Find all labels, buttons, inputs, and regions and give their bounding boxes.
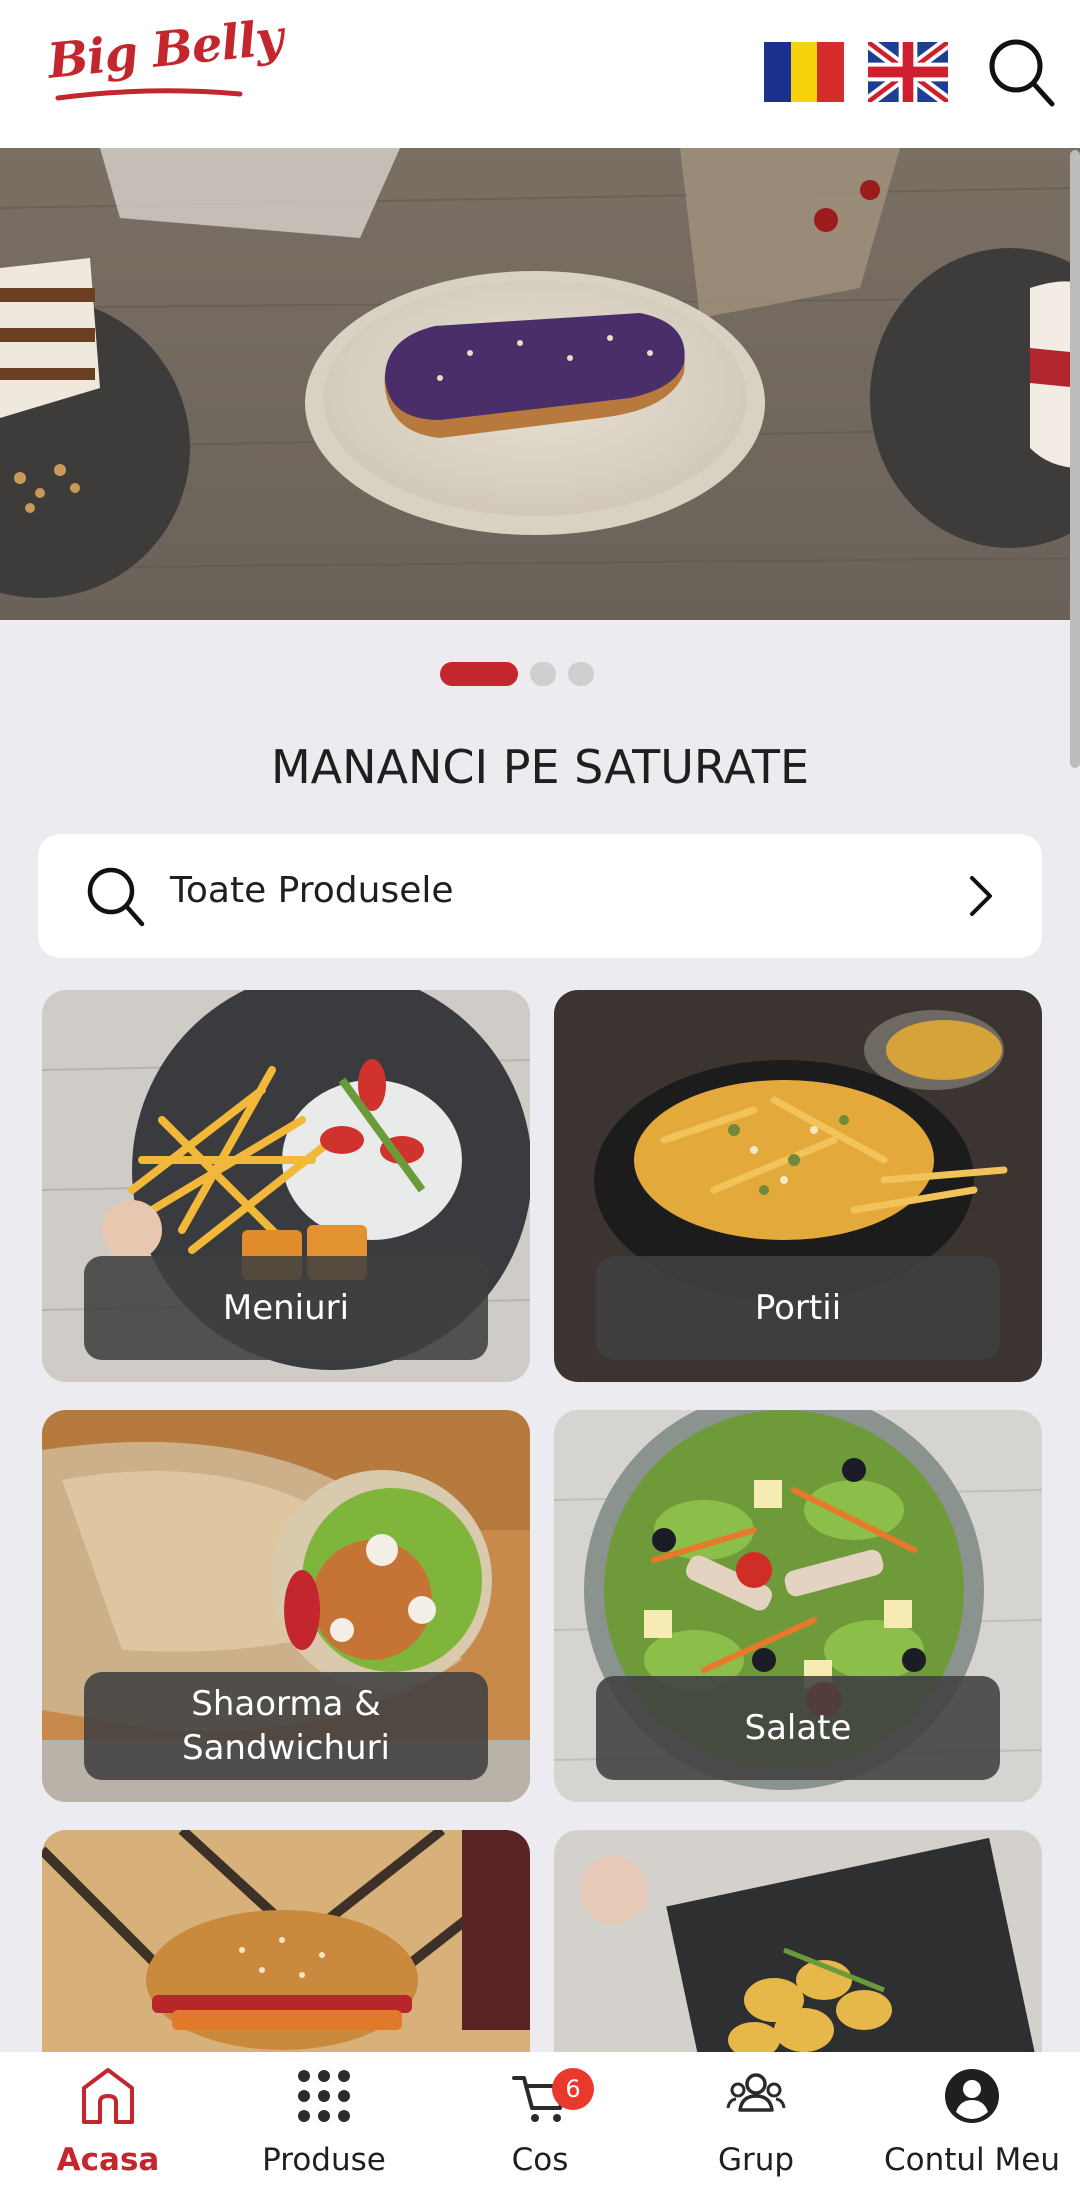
- category-tile-meniuri[interactable]: Meniuri: [42, 990, 530, 1382]
- category-label: Meniuri: [84, 1256, 488, 1360]
- category-tile-salate[interactable]: Salate: [554, 1410, 1042, 1802]
- romania-flag-icon[interactable]: [764, 42, 845, 102]
- category-label: Salate: [596, 1676, 1000, 1780]
- promo-banner[interactable]: [0, 148, 1080, 620]
- carousel-dot-active[interactable]: [440, 662, 518, 686]
- nav-item-cos[interactable]: 6 Cos: [432, 2052, 648, 2199]
- nav-item-contul-meu[interactable]: Contul Meu: [864, 2052, 1080, 2199]
- carousel-indicator[interactable]: [0, 660, 1080, 688]
- nav-label: Acasa: [56, 2142, 160, 2178]
- app-header: Big Belly: [0, 0, 1080, 148]
- category-label: Shaorma & Sandwichuri: [84, 1672, 488, 1780]
- bottom-navigation: Acasa Produse 6 Cos Grup Contul Meu: [0, 2052, 1080, 2199]
- group-icon: [726, 2073, 786, 2112]
- uk-flag-icon[interactable]: [868, 42, 948, 102]
- all-products-search[interactable]: Toate Produsele: [38, 834, 1042, 958]
- chevron-right-icon: [970, 876, 992, 916]
- grid-icon: [298, 2070, 350, 2122]
- search-icon[interactable]: [986, 36, 1056, 110]
- home-icon: [82, 2068, 134, 2124]
- category-label: Portii: [596, 1256, 1000, 1360]
- nav-item-grup[interactable]: Grup: [648, 2052, 864, 2199]
- nav-item-produse[interactable]: Produse: [216, 2052, 432, 2199]
- carousel-dot[interactable]: [568, 662, 594, 686]
- nav-item-acasa[interactable]: Acasa: [0, 2052, 216, 2199]
- search-icon: [87, 867, 145, 927]
- cart-count-badge: 6: [552, 2068, 594, 2110]
- nav-label: Grup: [717, 2142, 795, 2178]
- carousel-dot[interactable]: [530, 662, 556, 686]
- search-label: Toate Produsele: [170, 870, 454, 911]
- category-tile-shaorma-sandwichuri[interactable]: Shaorma & Sandwichuri: [42, 1410, 530, 1802]
- category-tile-portii[interactable]: Portii: [554, 990, 1042, 1382]
- section-title: MANANCI PE SATURATE: [270, 740, 810, 794]
- nav-label: Cos: [511, 2142, 569, 2178]
- account-icon: [945, 2069, 999, 2123]
- brand-logo[interactable]: Big Belly: [45, 10, 285, 110]
- nav-label: Produse: [262, 2142, 386, 2178]
- nav-label: Contul Meu: [884, 2142, 1060, 2178]
